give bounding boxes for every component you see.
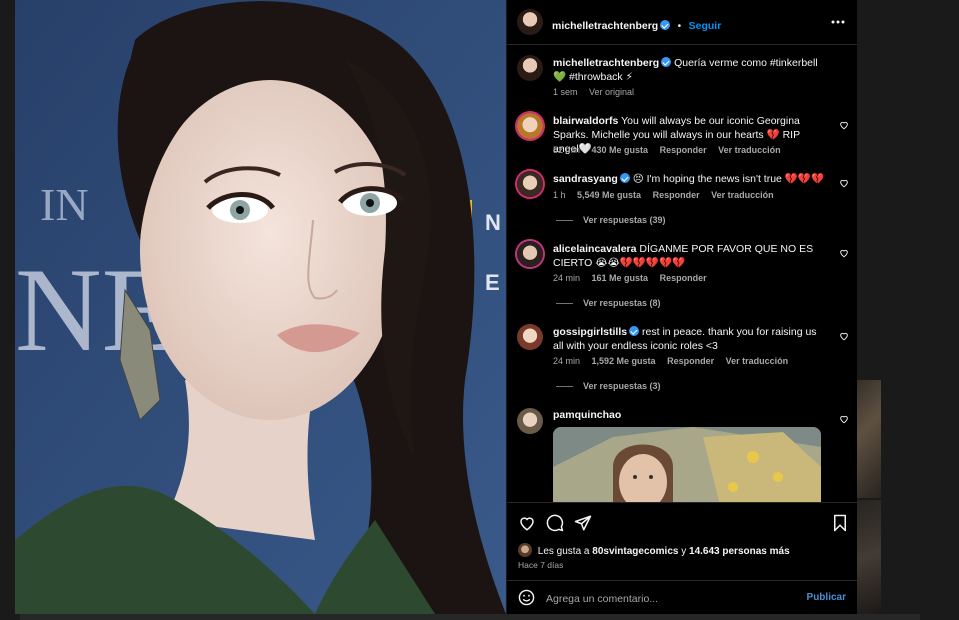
comment-meta: 1 h 5,549 Me gusta Responder Ver traducc…	[553, 190, 783, 200]
liked-by-prefix: Les gusta a	[537, 546, 590, 557]
comment-username[interactable]: alicelaincavalera	[553, 243, 636, 255]
reply-button[interactable]: Responder	[660, 145, 707, 155]
publish-button[interactable]: Publicar	[807, 592, 846, 603]
comment-input[interactable]	[544, 589, 798, 609]
comment-likes[interactable]: 161 Me gusta	[592, 273, 649, 283]
bookmark-icon[interactable]	[832, 514, 848, 532]
comment-meta: 52 min 430 Me gusta Responder Ver traduc…	[553, 145, 790, 155]
comment-meta: 24 min 161 Me gusta Responder	[553, 273, 716, 283]
comment-likes[interactable]: 1,592 Me gusta	[592, 356, 656, 366]
liked-by-count[interactable]: 14.643 personas más	[689, 546, 790, 557]
commenter-avatar[interactable]	[517, 171, 543, 197]
post-header: michelletrachtenberg • Seguir	[507, 0, 857, 45]
comment-username[interactable]: sandrasyang	[553, 173, 618, 185]
caption-meta: 1 sem Ver original	[553, 87, 643, 97]
reply-button[interactable]: Responder	[667, 356, 714, 366]
heart-icon[interactable]	[839, 331, 849, 341]
comment-time: 24 min	[553, 273, 581, 283]
verified-badge-icon	[619, 173, 630, 183]
see-original-link[interactable]: Ver original	[589, 87, 634, 97]
post-photo[interactable]: IN NE N E	[15, 0, 506, 614]
ellipsis-icon[interactable]	[831, 16, 845, 28]
comment-username[interactable]: pamquinchao	[553, 409, 621, 421]
comment-image[interactable]	[553, 427, 821, 502]
post-side-panel: michelletrachtenberg • Seguir michelletr…	[507, 0, 857, 614]
comment-text: 😣 I'm hoping the news isn't true 💔💔💔	[632, 173, 825, 185]
caption-username[interactable]: michelletrachtenberg	[553, 57, 659, 69]
emoji-icon[interactable]	[518, 589, 535, 606]
comment-bubble-icon[interactable]	[546, 514, 564, 532]
post-date[interactable]: Hace 7 días	[518, 560, 563, 570]
author-username[interactable]: michelletrachtenberg	[552, 20, 658, 32]
add-comment-bar: Publicar	[507, 580, 857, 615]
verified-badge-icon	[661, 57, 672, 67]
background-thumbnail	[857, 500, 881, 614]
comment-time: 52 min	[553, 145, 581, 155]
comment-image-illustration	[553, 427, 821, 502]
portrait-illustration: IN NE N E	[15, 0, 506, 614]
comment-likes[interactable]: 5,549 Me gusta	[577, 190, 641, 200]
svg-text:E: E	[485, 270, 500, 295]
reply-button[interactable]: Responder	[660, 273, 707, 283]
post-actions-section: Les gusta a 80svintagecomics y 14.643 pe…	[507, 502, 857, 581]
comment-time: 1 h	[553, 190, 566, 200]
caption-avatar[interactable]	[517, 55, 543, 81]
comment-meta: 24 min 1,592 Me gusta Responder Ver trad…	[553, 356, 797, 366]
translate-button[interactable]: Ver traducción	[726, 356, 789, 366]
view-replies-button[interactable]: Ver respuestas (8)	[556, 298, 661, 308]
header-separator: •	[677, 21, 682, 32]
liked-by-user[interactable]: 80svintagecomics	[592, 546, 678, 557]
share-send-icon[interactable]	[574, 514, 592, 532]
reply-button[interactable]: Responder	[653, 190, 700, 200]
comment-time: 24 min	[553, 356, 581, 366]
view-replies-button[interactable]: Ver respuestas (39)	[556, 215, 666, 225]
heart-icon[interactable]	[839, 178, 849, 188]
commenter-avatar[interactable]	[517, 324, 543, 350]
translate-button[interactable]: Ver traducción	[718, 145, 781, 155]
heart-icon[interactable]	[839, 120, 849, 130]
like-heart-icon[interactable]	[518, 514, 536, 532]
background-thumbnail	[857, 380, 881, 498]
author-line: michelletrachtenberg • Seguir	[552, 16, 721, 34]
heart-icon[interactable]	[839, 248, 849, 258]
commenter-avatar[interactable]	[517, 113, 543, 139]
caption-text-block: michelletrachtenberg Quería verme como #…	[553, 56, 825, 84]
translate-button[interactable]: Ver traducción	[711, 190, 774, 200]
follow-button[interactable]: Seguir	[689, 20, 722, 32]
comment-body: alicelaincavalera DÍGANME POR FAVOR QUE …	[553, 242, 825, 270]
comment-body: pamquinchao	[553, 408, 825, 422]
liked-by-middle: y	[681, 546, 687, 557]
comment-likes[interactable]: 430 Me gusta	[592, 145, 649, 155]
likes-summary: Les gusta a 80svintagecomics y 14.643 pe…	[518, 543, 790, 557]
verified-badge-icon	[629, 326, 640, 336]
view-replies-button[interactable]: Ver respuestas (3)	[556, 381, 661, 391]
caption-time[interactable]: 1 sem	[553, 87, 578, 97]
comments-list[interactable]: michelletrachtenberg Quería verme como #…	[507, 44, 857, 502]
comment-body: sandrasyang 😣 I'm hoping the news isn't …	[553, 172, 825, 186]
liker-avatar[interactable]	[518, 543, 532, 557]
heart-icon[interactable]	[839, 414, 849, 424]
commenter-avatar[interactable]	[517, 408, 543, 434]
comment-username[interactable]: gossipgirlstills	[553, 326, 627, 338]
svg-text:N: N	[485, 210, 501, 235]
comment-username[interactable]: blairwaldorfs	[553, 115, 618, 127]
commenter-avatar[interactable]	[517, 241, 543, 267]
comment-body: gossipgirlstills rest in peace. thank yo…	[553, 325, 825, 353]
author-avatar[interactable]	[517, 9, 543, 35]
verified-badge-icon	[660, 20, 671, 30]
svg-text:IN: IN	[40, 179, 89, 230]
